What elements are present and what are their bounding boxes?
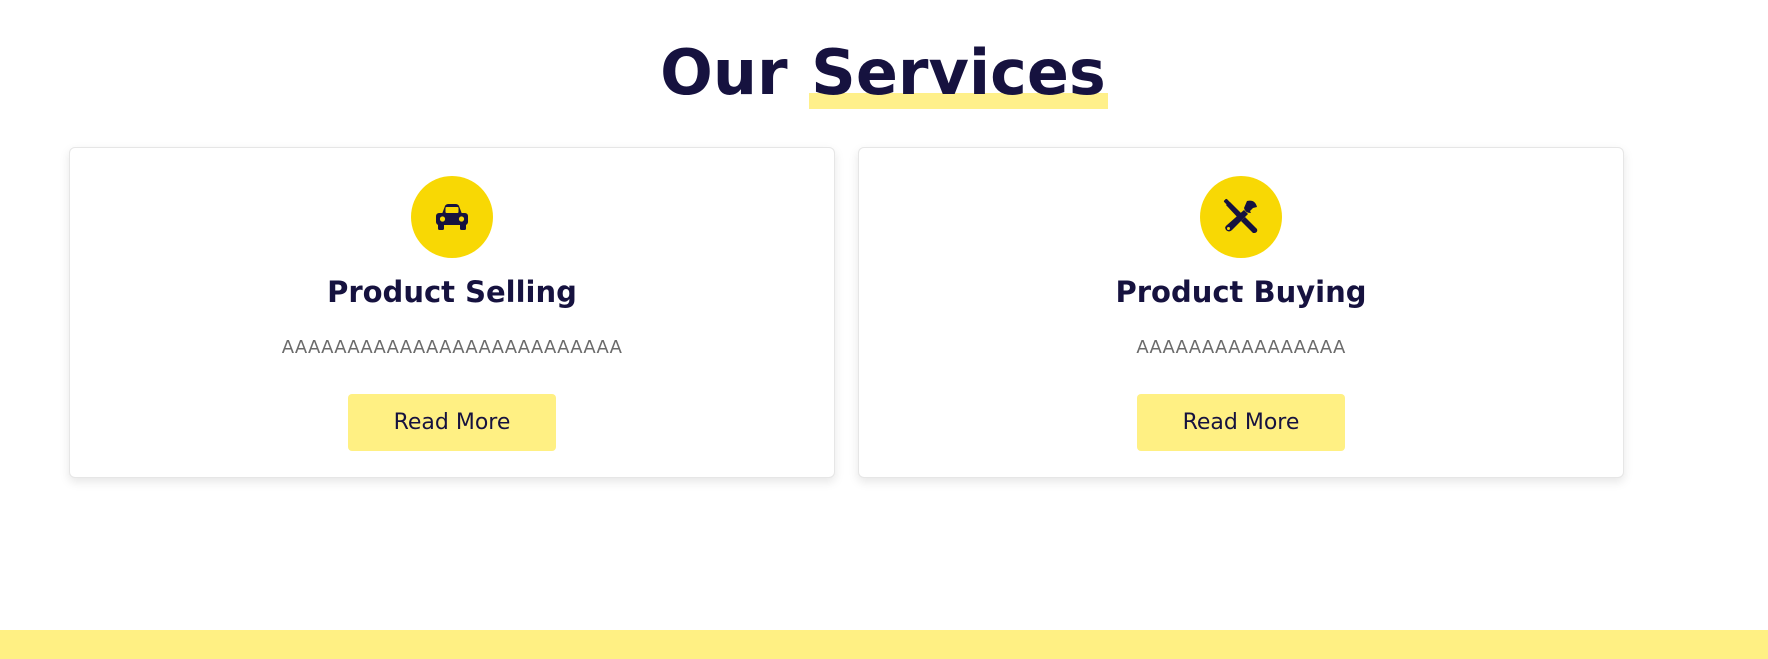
service-icon-badge (1200, 176, 1282, 258)
service-card-selling: Product Selling AAAAAAAAAAAAAAAAAAAAAAAA… (69, 147, 835, 478)
read-more-button[interactable]: Read More (348, 394, 556, 451)
car-icon (436, 204, 468, 230)
service-card-buying: Product Buying AAAAAAAAAAAAAAAA Read Mor… (858, 147, 1624, 478)
service-title: Product Selling (327, 275, 577, 309)
service-description: AAAAAAAAAAAAAAAA (1136, 337, 1346, 358)
service-description: AAAAAAAAAAAAAAAAAAAAAAAAAA (281, 337, 623, 358)
section-title: Our Services (0, 36, 1768, 110)
read-more-button[interactable]: Read More (1137, 394, 1345, 451)
tools-icon (1223, 198, 1258, 233)
section-title-plain: Our (660, 36, 788, 109)
service-icon-badge (411, 176, 493, 258)
footer-band (0, 630, 1768, 659)
service-title: Product Buying (1115, 275, 1367, 309)
section-title-highlight: Services (809, 36, 1108, 109)
